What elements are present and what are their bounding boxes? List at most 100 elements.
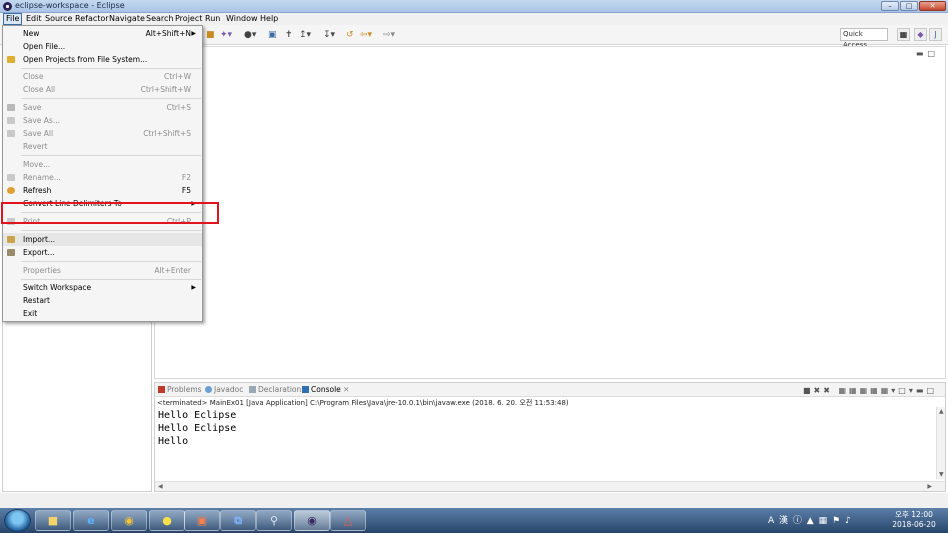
editor-area: ▬□ xyxy=(154,46,946,379)
java-perspective-icon[interactable]: J xyxy=(929,28,942,41)
adobe-acrobat-icon: △ xyxy=(343,514,353,527)
minimize-button[interactable]: – xyxy=(881,1,899,11)
menu-separator xyxy=(21,279,201,280)
javadoc-icon xyxy=(205,386,212,393)
file-menu-dropdown: New Alt+Shift+N ▶ Open File... Open Projec… xyxy=(2,25,203,322)
menu-item-close: Close Ctrl+W xyxy=(23,72,191,81)
kakaotalk-taskbar-button[interactable]: ● xyxy=(149,510,185,531)
action-center-icon[interactable]: ⚑ xyxy=(832,516,841,526)
console-toolbar: ■✖✖ ▦▦▦▦▦▾□▾▬□ xyxy=(803,386,937,395)
menu-help[interactable]: Help xyxy=(258,13,280,25)
menu-source[interactable]: Source xyxy=(43,13,74,25)
new-wizard-icon[interactable]: ✦▾ xyxy=(220,31,232,40)
menu-file[interactable]: File xyxy=(3,13,23,25)
menu-window[interactable]: Window xyxy=(224,13,260,25)
scroll-lock-icon[interactable]: ▦ xyxy=(849,386,860,395)
tab-problems[interactable]: Problems xyxy=(158,385,202,395)
last-edit-icon[interactable]: ↺ xyxy=(346,31,354,40)
save-all-icon xyxy=(7,130,15,137)
pin-icon[interactable]: ↥▾ xyxy=(299,31,311,40)
visual-studio-taskbar-button[interactable]: ⧉ xyxy=(220,510,256,531)
menu-item-export[interactable]: Export... xyxy=(3,246,202,259)
kakaotalk-icon: ● xyxy=(162,514,172,527)
ime-indicator[interactable]: A 漢 xyxy=(768,516,789,526)
scroll-right-icon[interactable]: ▶ xyxy=(927,483,932,490)
eclipse-icon xyxy=(3,2,12,11)
menu-project[interactable]: Project xyxy=(173,13,204,25)
open-perspective-icon[interactable]: ▦ xyxy=(897,28,910,41)
pin-console-icon[interactable]: ▦ xyxy=(870,386,881,395)
presentation-taskbar-button[interactable]: ▣ xyxy=(184,510,220,531)
menu-navigate[interactable]: Navigate xyxy=(107,13,147,25)
save-as-icon xyxy=(7,117,15,124)
forward-arrow-icon[interactable]: ⇨▾ xyxy=(383,31,395,40)
taskbar: ■ e ◉ ● ▣ ⧉ ⚲ ◉ △ A 漢 ⓘ ▲ ▦ ⚑ ♪ 오후 12:00… xyxy=(0,508,948,533)
skip-breakpoints-icon[interactable]: ✝ xyxy=(285,31,293,40)
scroll-down-icon[interactable]: ▼ xyxy=(939,471,944,478)
menu-item-restart[interactable]: Restart xyxy=(3,294,202,307)
menu-search[interactable]: Search xyxy=(144,13,175,25)
menu-item-open-file[interactable]: Open File... xyxy=(3,40,202,53)
close-button[interactable]: ✕ xyxy=(919,1,946,11)
menu-bar: File Edit Source Refactor Navigate Searc… xyxy=(0,13,948,25)
menu-separator xyxy=(21,155,201,156)
eclipse-icon: ◉ xyxy=(307,514,317,527)
scroll-up-icon[interactable]: ▲ xyxy=(939,408,944,415)
display-console-icon[interactable]: ▦▾ xyxy=(881,386,899,395)
open-folder-icon[interactable]: ■ xyxy=(206,31,215,40)
status-bar xyxy=(0,493,948,508)
word-wrap-icon[interactable]: ▦ xyxy=(860,386,871,395)
export-icon xyxy=(7,249,15,256)
start-button[interactable] xyxy=(4,509,31,532)
menu-edit[interactable]: Edit xyxy=(24,13,44,25)
menu-refactor[interactable]: Refactor xyxy=(73,13,111,25)
menu-item-open-projects[interactable]: Open Projects from File System... xyxy=(3,53,202,66)
remove-launch-icon[interactable]: ✖ xyxy=(814,386,824,395)
annotation-icon[interactable]: ↧▾ xyxy=(323,31,335,40)
java-ee-perspective-icon[interactable]: ◆ xyxy=(914,28,927,41)
tab-console[interactable]: Console ✕ xyxy=(302,385,349,395)
explorer-taskbar-button[interactable]: ■ xyxy=(35,510,71,531)
acrobat-taskbar-button[interactable]: △ xyxy=(330,510,366,531)
show-hidden-icons[interactable]: ▲ xyxy=(807,516,815,526)
back-arrow-icon[interactable]: ⇦▾ xyxy=(360,31,372,40)
open-console-icon[interactable]: □▾ xyxy=(898,386,916,395)
quick-access-input[interactable]: Quick Access xyxy=(840,28,888,49)
network-icon[interactable]: ▦ xyxy=(819,516,829,526)
help-icon[interactable]: ⓘ xyxy=(793,516,803,526)
maximize-button[interactable]: □ xyxy=(900,1,918,11)
menu-item-import[interactable]: Import... xyxy=(3,233,202,246)
view-maximize-icon[interactable]: □ xyxy=(926,386,937,395)
menu-separator xyxy=(21,261,201,262)
search-taskbar-button[interactable]: ⚲ xyxy=(256,510,292,531)
tab-declaration[interactable]: Declaration xyxy=(249,385,301,395)
scroll-left-icon[interactable]: ◀ xyxy=(158,483,163,490)
terminal-icon[interactable]: ▣ xyxy=(268,31,277,40)
chrome-taskbar-button[interactable]: ◉ xyxy=(111,510,147,531)
menu-item-switch-workspace[interactable]: Switch Workspace ▶ xyxy=(3,281,202,294)
submenu-arrow-icon: ▶ xyxy=(191,30,196,37)
menu-item-save: Save Ctrl+S xyxy=(3,101,202,114)
maximize-view-icon[interactable]: □ xyxy=(927,49,939,58)
minimize-view-icon[interactable]: ▬ xyxy=(916,49,928,58)
menu-item-exit[interactable]: Exit xyxy=(3,307,202,320)
debug-icon[interactable]: ●▾ xyxy=(244,31,256,40)
remove-all-icon[interactable]: ✖ xyxy=(823,386,833,395)
ie-taskbar-button[interactable]: e xyxy=(73,510,109,531)
volume-icon[interactable]: ♪ xyxy=(845,516,852,526)
clock[interactable]: 오후 12:00 2018-06-20 xyxy=(888,510,940,530)
menu-item-save-all: Save All Ctrl+Shift+S xyxy=(3,127,202,140)
declaration-icon xyxy=(249,386,256,393)
console-vertical-scrollbar[interactable]: ▲ ▼ xyxy=(936,407,945,479)
menu-item-refresh[interactable]: Refresh F5 xyxy=(3,184,202,197)
menu-run[interactable]: Run xyxy=(203,13,222,25)
terminate-icon[interactable]: ■ xyxy=(803,386,814,395)
eclipse-taskbar-button[interactable]: ◉ xyxy=(294,510,330,531)
tab-javadoc[interactable]: Javadoc xyxy=(205,385,243,395)
menu-item-new[interactable]: New Alt+Shift+N ▶ xyxy=(3,27,202,40)
console-horizontal-scrollbar[interactable]: ◀ ▶ xyxy=(155,481,945,491)
clear-console-icon[interactable]: ▦ xyxy=(838,386,849,395)
view-minimize-icon[interactable]: ▬ xyxy=(916,386,927,395)
console-output[interactable]: Hello Eclipse Hello Eclipse Hello xyxy=(158,409,236,448)
menu-item-move: Move... xyxy=(23,160,51,169)
